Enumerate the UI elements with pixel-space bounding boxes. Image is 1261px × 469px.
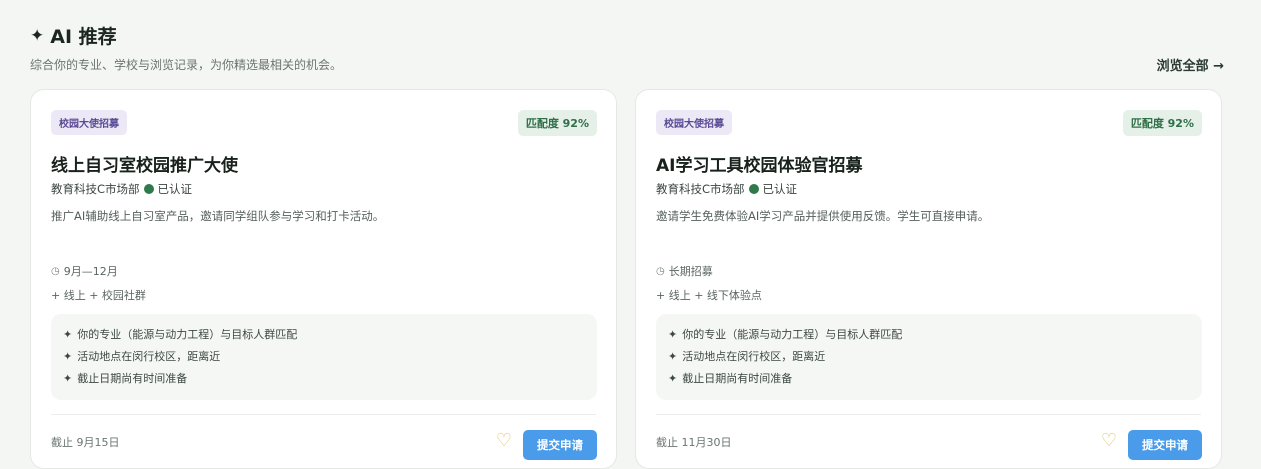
sparkle-icon: ✦	[63, 350, 73, 363]
opportunity-card[interactable]: 校园大使招募 匹配度 92% AI学习工具校园体验官招募 教育科技C市场部 已认…	[635, 89, 1222, 469]
sparkle-icon: ✦	[63, 372, 73, 385]
verified-icon	[748, 184, 759, 194]
opportunity-card[interactable]: 校园大使招募 匹配度 92% 线上自习室校园推广大使 教育科技C市场部 已认证 …	[30, 89, 617, 469]
time-text: 9月—12月	[63, 265, 118, 278]
deadline: 截止 9月15日	[51, 436, 120, 449]
match-badge: 匹配度 92%	[1122, 110, 1202, 136]
section-title-text: AI 推荐	[50, 26, 117, 48]
reason-item: ✦ 你的专业（能源与动力工程）与目标人群匹配	[668, 324, 1190, 346]
section-title: ✦ AI 推荐	[30, 22, 117, 49]
section-subtitle: 综合你的专业、学校与浏览记录，为你精选最相关的机会。	[30, 58, 343, 72]
sparkle-icon: ✦	[30, 25, 45, 46]
time-range: ◷ 9月—12月	[51, 263, 118, 279]
organization: 教育科技C市场部 已认证	[51, 181, 192, 197]
verified-label: 已认证	[762, 182, 798, 196]
card-description: 邀请学生免费体验AI学习产品并提供使用反馈。学生可直接申请。	[656, 209, 990, 223]
card-title[interactable]: AI学习工具校园体验官招募	[656, 151, 862, 176]
time-range: ◷ 长期招募	[656, 263, 713, 279]
reason-item: ✦ 截止日期尚有时间准备	[63, 368, 585, 390]
locations: + 线上 + 线下体验点	[656, 289, 762, 302]
clock-icon: ◷	[656, 265, 665, 277]
org-name: 教育科技C市场部	[51, 182, 140, 196]
card-title[interactable]: 线上自习室校园推广大使	[51, 151, 238, 176]
time-text: 长期招募	[668, 265, 713, 278]
sparkle-icon: ✦	[668, 350, 678, 363]
match-badge: 匹配度 92%	[517, 110, 597, 136]
reason-item: ✦ 活动地点在闵行校区，距离近	[63, 346, 585, 368]
divider	[656, 414, 1201, 415]
apply-button[interactable]: 提交申请	[523, 430, 597, 460]
org-name: 教育科技C市场部	[656, 182, 745, 196]
heart-icon[interactable]: ♡	[496, 430, 512, 451]
sparkle-icon: ✦	[668, 372, 678, 385]
locations: + 线上 + 校园社群	[51, 289, 146, 302]
verified-icon	[143, 184, 154, 194]
reason-item: ✦ 截止日期尚有时间准备	[668, 368, 1190, 390]
category-tag: 校园大使招募	[51, 110, 127, 135]
reason-item: ✦ 活动地点在闵行校区，距离近	[668, 346, 1190, 368]
match-reasons: ✦ 你的专业（能源与动力工程）与目标人群匹配 ✦ 活动地点在闵行校区，距离近 ✦ 截止…	[656, 314, 1202, 400]
browse-all-link[interactable]: 浏览全部 →	[1157, 55, 1224, 74]
reason-item: ✦ 你的专业（能源与动力工程）与目标人群匹配	[63, 324, 585, 346]
organization: 教育科技C市场部 已认证	[656, 181, 797, 197]
sparkle-icon: ✦	[668, 328, 678, 341]
category-tag: 校园大使招募	[656, 110, 732, 135]
apply-button[interactable]: 提交申请	[1128, 430, 1202, 460]
divider	[51, 414, 596, 415]
heart-icon[interactable]: ♡	[1101, 430, 1117, 451]
clock-icon: ◷	[51, 265, 60, 277]
deadline: 截止 11月30日	[656, 436, 732, 449]
sparkle-icon: ✦	[63, 328, 73, 341]
card-description: 推广AI辅助线上自习室产品，邀请同学组队参与学习和打卡活动。	[51, 209, 385, 223]
match-reasons: ✦ 你的专业（能源与动力工程）与目标人群匹配 ✦ 活动地点在闵行校区，距离近 ✦ 截止…	[51, 314, 597, 400]
verified-label: 已认证	[157, 182, 193, 196]
